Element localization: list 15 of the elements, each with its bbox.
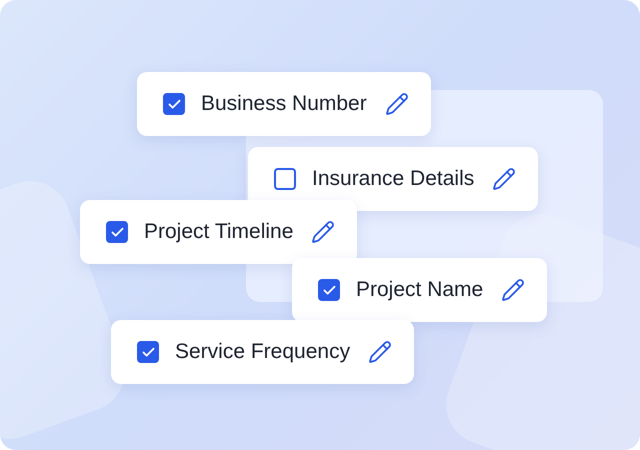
field-label: Business Number bbox=[201, 92, 367, 116]
checkbox[interactable] bbox=[137, 341, 159, 363]
edit-icon[interactable] bbox=[311, 220, 336, 244]
field-label: Project Name bbox=[356, 278, 484, 302]
field-label: Project Timeline bbox=[144, 220, 294, 244]
checkbox[interactable] bbox=[274, 168, 296, 190]
edit-icon[interactable] bbox=[384, 92, 409, 116]
field-label: Service Frequency bbox=[175, 340, 350, 364]
field-label: Insurance Details bbox=[312, 167, 474, 191]
edit-icon[interactable] bbox=[501, 278, 526, 302]
checkbox[interactable] bbox=[318, 279, 340, 301]
checkbox[interactable] bbox=[106, 221, 128, 243]
checkbox[interactable] bbox=[163, 93, 185, 115]
edit-icon[interactable] bbox=[492, 167, 516, 191]
edit-icon[interactable] bbox=[368, 340, 392, 364]
